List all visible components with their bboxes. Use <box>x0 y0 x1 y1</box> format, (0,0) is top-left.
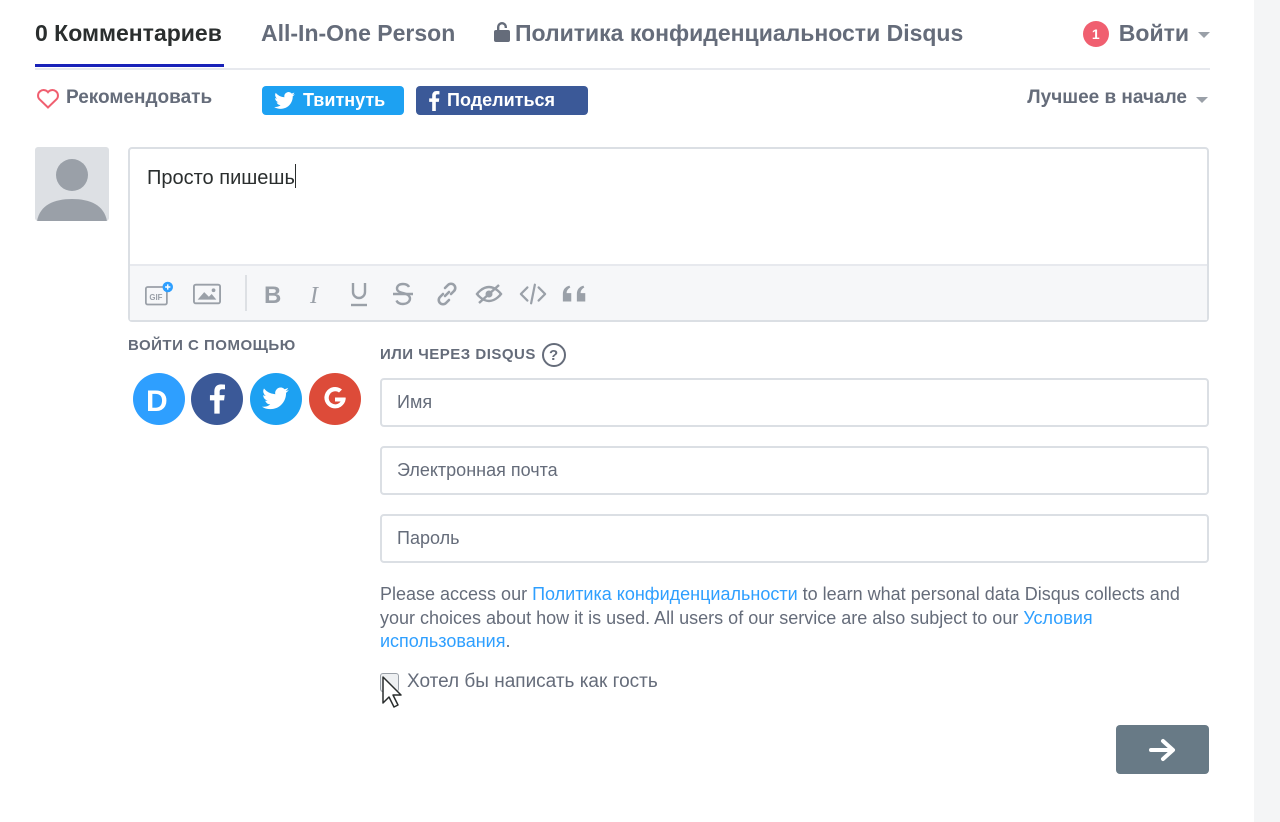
recommend-label: Рекомендовать <box>66 87 213 108</box>
quote-icon[interactable] <box>561 280 589 308</box>
svg-text:D: D <box>146 385 168 418</box>
chevron-down-icon[interactable] <box>1198 32 1210 38</box>
toolbar-divider <box>245 275 247 311</box>
social-login-heading: ВОЙТИ С ПОМОЩЬЮ <box>128 337 296 354</box>
mouse-pointer-icon <box>382 676 402 708</box>
facebook-icon <box>429 90 440 111</box>
login-label[interactable]: Войти <box>1119 20 1189 47</box>
facebook-icon <box>209 384 225 414</box>
heart-icon <box>37 88 59 109</box>
twitter-icon <box>274 91 295 109</box>
user-placeholder-icon <box>37 159 107 221</box>
recommend-button[interactable]: Рекомендовать <box>36 87 212 109</box>
underline-icon[interactable] <box>345 280 373 308</box>
editor-toolbar: GIF B I <box>130 264 1207 320</box>
guest-option[interactable]: Хотел бы написать как гость <box>380 671 658 693</box>
login-menu[interactable]: 1 Войти <box>1082 20 1210 47</box>
tab-privacy[interactable]: Политика конфиденциальности Disqus <box>493 20 963 49</box>
svg-text:B: B <box>264 282 281 307</box>
tweet-button[interactable]: Твитнуть <box>262 86 404 115</box>
sort-dropdown[interactable]: Лучшее в начале <box>1027 87 1208 109</box>
policy-text-1: Please access our <box>380 584 533 604</box>
tab-community[interactable]: All-In-One Person <box>261 20 455 47</box>
facebook-login-button[interactable] <box>191 373 243 425</box>
google-icon <box>324 386 346 409</box>
scrollbar-track[interactable] <box>1254 0 1280 822</box>
tab-comments[interactable]: 0 Комментариев <box>35 20 222 47</box>
gif-icon[interactable]: GIF <box>145 280 173 308</box>
strikethrough-icon[interactable] <box>389 280 417 308</box>
name-field[interactable] <box>380 378 1209 427</box>
notification-badge[interactable]: 1 <box>1082 20 1109 47</box>
disqus-login-heading: ИЛИ ЧЕРЕЗ DISQUS? <box>380 343 566 367</box>
tab-privacy-label: Политика конфиденциальности Disqus <box>515 20 964 46</box>
google-login-button[interactable] <box>309 373 361 425</box>
twitter-login-button[interactable] <box>250 373 302 425</box>
comment-editor[interactable]: Просто пишешь GIF B I <box>128 147 1209 322</box>
code-icon[interactable] <box>519 280 547 308</box>
comment-textarea[interactable]: Просто пишешь <box>147 164 296 190</box>
tweet-label: Твитнуть <box>303 90 386 110</box>
disqus-icon: D <box>139 385 168 421</box>
policy-text-3: . <box>505 631 511 651</box>
facebook-share-button[interactable]: Поделиться <box>416 86 588 115</box>
svg-text:I: I <box>309 283 319 307</box>
comment-text: Просто пишешь <box>147 167 295 189</box>
disqus-login-button[interactable]: D <box>133 373 185 425</box>
chevron-down-icon <box>1196 96 1208 103</box>
lock-icon <box>493 21 511 49</box>
spoiler-icon[interactable] <box>475 280 503 308</box>
twitter-icon <box>262 387 289 410</box>
disqus-login-heading-text: ИЛИ ЧЕРЕЗ DISQUS <box>380 345 536 363</box>
share-label: Поделиться <box>447 90 556 110</box>
italic-icon[interactable]: I <box>303 280 331 308</box>
image-icon[interactable] <box>193 280 221 308</box>
help-icon[interactable]: ? <box>541 343 566 367</box>
privacy-policy-link[interactable]: Политика конфиденциальности <box>532 584 798 604</box>
bold-icon[interactable]: B <box>259 280 287 308</box>
text-cursor <box>294 164 296 188</box>
top-nav: 0 Комментариев All-In-One Person Политик… <box>35 0 1210 70</box>
privacy-notice: Please access our Политика конфиденциаль… <box>380 583 1215 654</box>
arrow-right-icon <box>1148 738 1175 761</box>
submit-button[interactable] <box>1116 725 1209 774</box>
password-field[interactable] <box>380 514 1209 563</box>
sort-label: Лучшее в начале <box>1027 87 1187 108</box>
guest-label[interactable]: Хотел бы написать как гость <box>407 671 658 693</box>
svg-text:GIF: GIF <box>149 293 162 302</box>
avatar <box>35 147 109 221</box>
link-icon[interactable] <box>433 280 461 308</box>
email-field[interactable] <box>380 446 1209 495</box>
active-tab-indicator <box>35 64 224 67</box>
